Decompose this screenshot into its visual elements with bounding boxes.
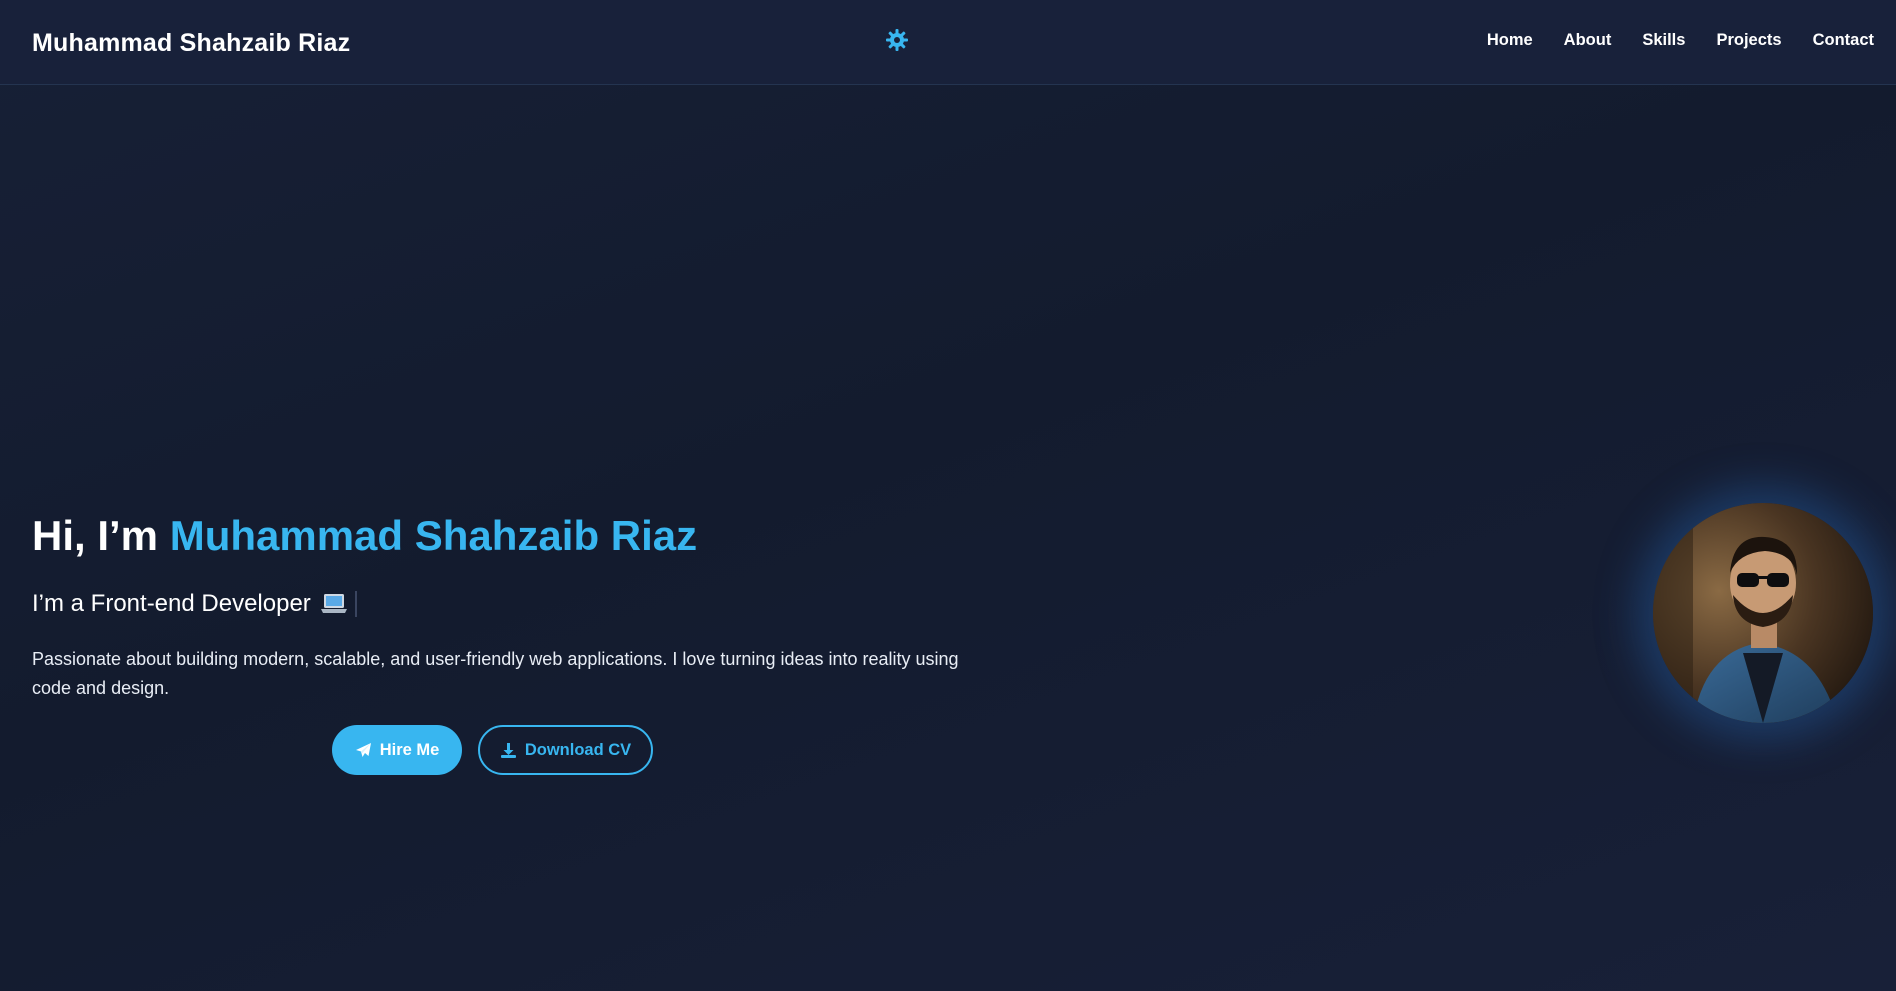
hire-me-button[interactable]: Hire Me [332,725,462,775]
avatar [1653,503,1873,723]
download-cv-button[interactable]: Download CV [478,725,653,775]
laptop-icon [320,593,347,615]
hero-greeting: Hi, I’m [32,512,159,559]
typing-cursor [354,591,357,617]
navbar: Muhammad Shahzaib Riaz Home About Skills… [0,0,1896,85]
nav-about[interactable]: About [1564,31,1612,50]
hero-name: Muhammad Shahzaib Riaz [169,512,698,559]
page: Muhammad Shahzaib Riaz Home About Skills… [0,0,1896,991]
hero-title: Hi, I’m Muhammad Shahzaib Riaz [32,512,697,560]
download-cv-label: Download CV [524,740,632,759]
nav-skills[interactable]: Skills [1642,31,1685,50]
nav-home[interactable]: Home [1487,31,1533,50]
hire-me-label: Hire Me [379,740,440,759]
hero-subtitle-text: I’m a Front-end Developer [32,590,311,617]
hero-description: Passionate about building modern, scalab… [32,649,959,698]
hero-subtitle: I’m a Front-end Developer [32,590,357,618]
gear-icon[interactable] [884,27,910,53]
nav-links: Home About Skills Projects Contact [1456,31,1874,50]
nav-contact[interactable]: Contact [1813,31,1874,50]
nav-projects[interactable]: Projects [1716,31,1781,50]
paper-plane-icon [355,742,372,759]
download-icon [500,742,517,759]
brand-logo[interactable]: Muhammad Shahzaib Riaz [32,29,350,58]
